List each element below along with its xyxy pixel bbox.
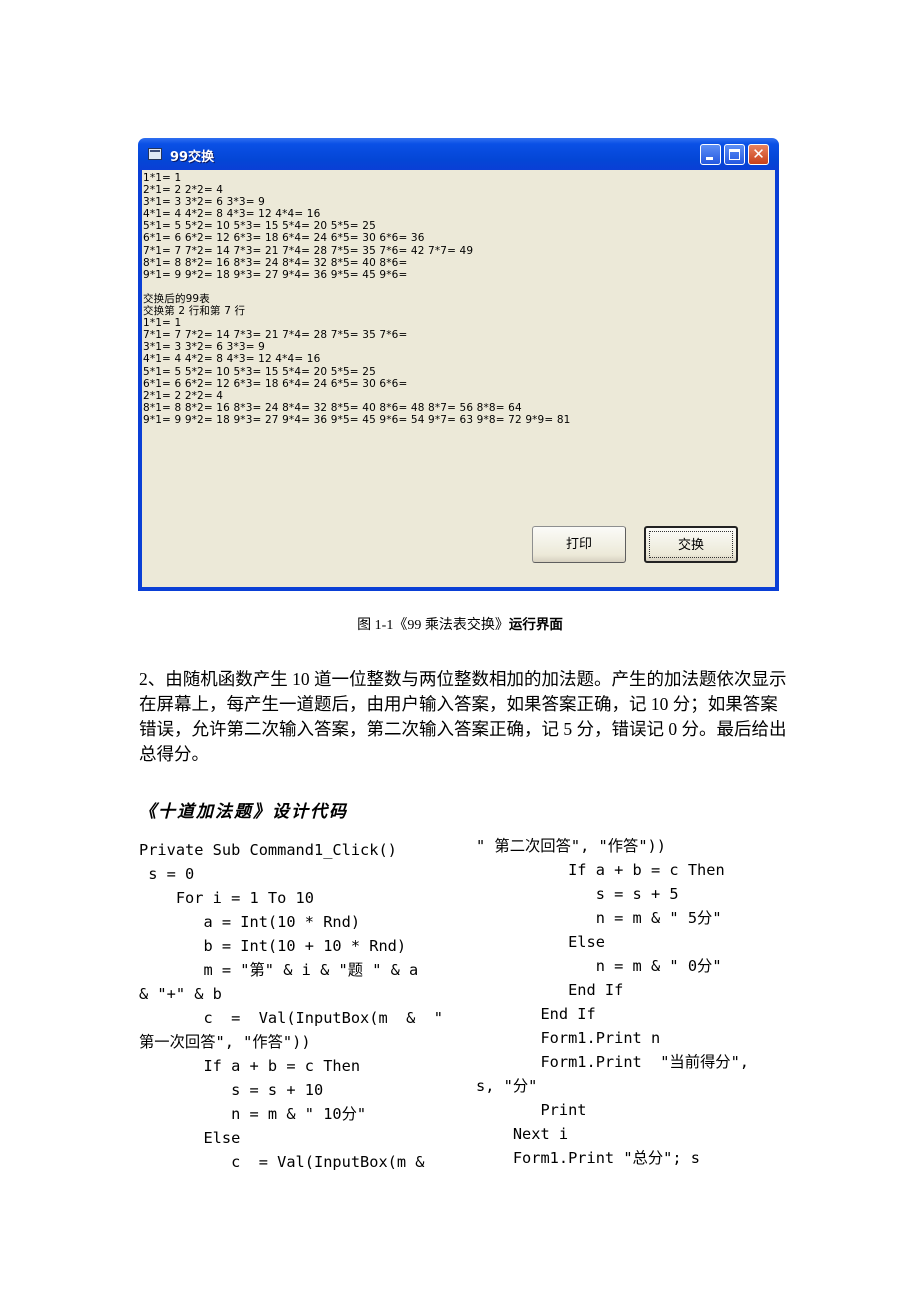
code-line: " 第二次回答", "作答")) (476, 837, 666, 855)
code-line: Form1.Print "总分"; s (476, 1149, 700, 1167)
output-line: 9*1= 9 9*2= 18 9*3= 27 9*4= 36 9*5= 45 9… (143, 268, 408, 281)
output-line: 7*1= 7 7*2= 14 7*3= 21 7*4= 28 7*5= 35 7… (143, 244, 474, 257)
code-line: Private Sub Command1_Click() (139, 841, 397, 859)
code-line: If a + b = c Then (139, 1057, 361, 1075)
code-line: 第一次回答", "作答")) (139, 1033, 311, 1051)
code-line: Else (139, 1129, 241, 1147)
caption-text: 图 1-1《99 乘法表交换》 (357, 618, 509, 633)
caption-bold-text: 运行界面 (508, 617, 563, 633)
print-button-label: 打印 (565, 537, 592, 552)
output-line: 1*1= 1 (143, 317, 182, 330)
code-line: Next i (476, 1125, 569, 1143)
code-line: End If (476, 981, 624, 999)
code-line: Form1.Print "当前得分", (476, 1053, 750, 1071)
code-line: s, "分" (476, 1077, 538, 1095)
minimize-icon (706, 157, 713, 160)
maximize-icon (729, 149, 740, 160)
output-line: 1*1= 1 (143, 172, 182, 184)
code-line: Else (476, 933, 605, 951)
output-line: 8*1= 8 8*2= 16 8*3= 24 8*4= 32 8*5= 40 8… (143, 256, 408, 269)
code-line: b = Int(10 + 10 * Rnd) (139, 937, 407, 955)
form-client-area: 1*1= 1 2*1= 2 2*2= 4 3*1= 3 3*2= 6 3*3= 94… (142, 170, 775, 587)
code-line: End If (476, 1005, 596, 1023)
code-line: a = Int(10 * Rnd) (139, 913, 361, 931)
output-line: 6*1= 6 6*2= 12 6*3= 18 6*4= 24 6*5= 30 6… (143, 232, 425, 245)
code-line: m = "第" & i & "题 " & a (139, 961, 419, 979)
swap-button-label: 交换 (677, 538, 704, 553)
output-line: 5*1= 5 5*2= 10 5*3= 15 5*4= 20 5*5= 25 (143, 220, 376, 233)
code-line: s = s + 10 (139, 1081, 324, 1099)
close-icon: ✕ (752, 145, 765, 163)
problem-description: 2、由随机函数产生 10 道一位整数与两位整数相加的加法题。产生的加法题依次显示… (139, 669, 787, 764)
output-line: 8*1= 8 8*2= 16 8*3= 24 8*4= 32 8*5= 40 8… (143, 401, 522, 414)
code-heading: 《十道加法题》设计代码 (139, 802, 348, 821)
output-line: 7*1= 7 7*2= 14 7*3= 21 7*4= 28 7*5= 35 7… (143, 329, 408, 342)
output-line: 4*1= 4 4*2= 8 4*3= 12 4*4= 16 (143, 208, 321, 221)
window-icon (148, 148, 162, 160)
figure-caption: 图 1-1《99 乘法表交换》运行界面 (0, 613, 920, 634)
swap-button[interactable]: 交换 (644, 526, 738, 563)
maximize-button[interactable] (724, 144, 745, 165)
code-line: s = s + 5 (476, 885, 679, 903)
minimize-button[interactable] (700, 144, 721, 165)
output-line: 6*1= 6 6*2= 12 6*3= 18 6*4= 24 6*5= 30 6… (143, 377, 408, 390)
title-bar[interactable]: 99交换 ✕ (142, 138, 775, 170)
code-line: For i = 1 To 10 (139, 889, 314, 907)
output-line: 2*1= 2 2*2= 4 (143, 184, 224, 197)
output-line: 3*1= 3 3*2= 6 3*3= 9 (143, 196, 265, 209)
output-line: 交换后的99表 (143, 292, 210, 305)
code-line: Form1.Print n (476, 1029, 661, 1047)
printed-output: 1*1= 1 2*1= 2 2*2= 4 3*1= 3 3*2= 6 3*3= 94… (143, 172, 571, 426)
code-line: c = Val(InputBox(m & (139, 1153, 425, 1171)
code-line: c = Val(InputBox(m & " (139, 1009, 443, 1027)
code-column-right: " 第二次回答", "作答")) If a + b = c Then s = s… (476, 834, 749, 1170)
code-line: n = m & " 0分" (476, 957, 722, 975)
output-line: 2*1= 2 2*2= 4 (143, 389, 224, 402)
code-line: n = m & " 10分" (139, 1105, 367, 1123)
window-title: 99交换 (170, 150, 215, 165)
close-button[interactable]: ✕ (748, 144, 769, 165)
output-line: 4*1= 4 4*2= 8 4*3= 12 4*4= 16 (143, 353, 321, 366)
code-line: Print (476, 1101, 587, 1119)
output-line: 3*1= 3 3*2= 6 3*3= 9 (143, 341, 265, 354)
code-column-left: Private Sub Command1_Click() s = 0 For i… (139, 838, 443, 1174)
code-line: & "+" & b (139, 985, 222, 1003)
output-line: 9*1= 9 9*2= 18 9*3= 27 9*4= 36 9*5= 45 9… (143, 413, 571, 426)
app-window: 99交换 ✕ 1*1= 1 2*1= 2 2*2= 4 3*1= 3 3*2= 6 … (138, 138, 779, 591)
output-line: 交换第 2 行和第 7 行 (143, 305, 246, 318)
output-line: 5*1= 5 5*2= 10 5*3= 15 5*4= 20 5*5= 25 (143, 365, 376, 378)
code-line: If a + b = c Then (476, 861, 725, 879)
code-line: s = 0 (139, 865, 195, 883)
code-line: n = m & " 5分" (476, 909, 722, 927)
print-button[interactable]: 打印 (532, 526, 626, 563)
